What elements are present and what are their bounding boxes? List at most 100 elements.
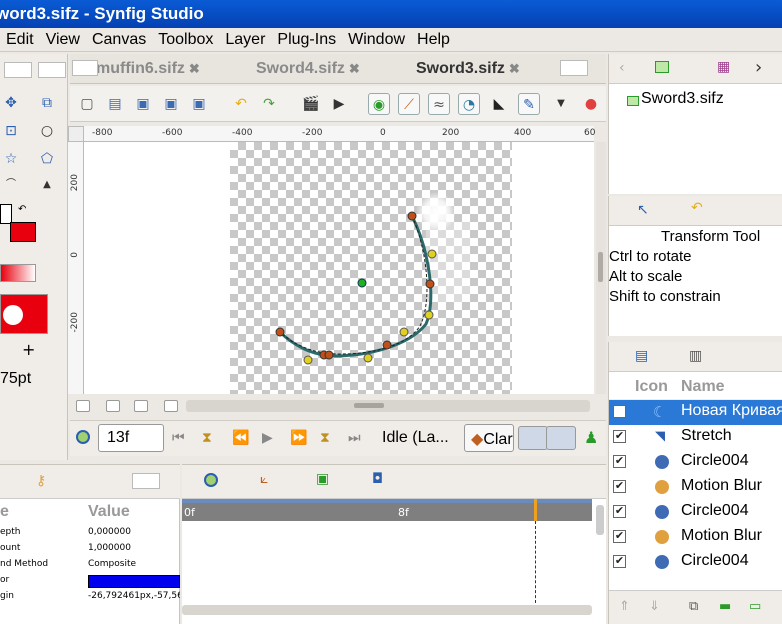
sets-icon[interactable]: ▥ [689, 348, 702, 364]
render-icon[interactable]: 🎬 [300, 93, 322, 115]
layer-checkbox[interactable]: ✔ [613, 505, 626, 518]
vertex-handle[interactable] [425, 279, 435, 289]
open-file-icon[interactable]: ▤ [104, 93, 126, 115]
close-icon[interactable]: ✖ [189, 61, 200, 76]
column-name[interactable]: Name [681, 378, 725, 396]
layer-row[interactable]: ✔ Circle004 [609, 500, 782, 525]
time-cursor[interactable] [534, 499, 537, 521]
curves-icon[interactable]: ⟀ [260, 471, 268, 487]
tool-options-icon[interactable]: ↖ [637, 202, 649, 218]
vertex-handle[interactable] [324, 350, 334, 360]
prev-frame-icon[interactable]: ⏪ [232, 430, 249, 446]
undo-icon[interactable]: ↶ [230, 93, 252, 115]
draw-mode-icon[interactable]: ✎ [518, 93, 540, 115]
current-frame-input[interactable]: 13f [98, 424, 164, 452]
spline-tool-icon[interactable]: ⌒ [0, 174, 22, 196]
tangent-ducks-icon[interactable]: ⟋ [398, 93, 420, 115]
close-icon[interactable]: ✖ [509, 61, 520, 76]
menu-canvas[interactable]: Canvas [86, 28, 152, 52]
circle-tool-icon[interactable]: ○ [36, 120, 58, 142]
layer-checkbox[interactable]: ✔ [613, 530, 626, 543]
fill-tool-icon[interactable]: ▲ [36, 174, 58, 196]
lower-layer-icon[interactable]: ⇓ [649, 599, 660, 614]
panel-grip[interactable] [72, 60, 98, 76]
layer-checkbox[interactable]: ✔ [613, 480, 626, 493]
zoom-fit-icon[interactable] [106, 400, 120, 412]
menu-plugins[interactable]: Plug-Ins [271, 28, 342, 52]
chevron-down-icon[interactable]: ▼ [550, 93, 572, 115]
menu-window[interactable]: Window [342, 28, 411, 52]
library-panel-icon[interactable]: ◘ [372, 471, 383, 487]
toggle-ducks-icon[interactable]: ◉ [368, 93, 390, 115]
chevron-left-icon[interactable]: ‹ [619, 60, 625, 76]
layer-row[interactable]: ✔ Motion Blur [609, 475, 782, 500]
menu-toolbox[interactable]: Toolbox [152, 28, 219, 52]
tab-sword3[interactable]: Sword3.sifz ✖ [416, 60, 520, 78]
timetrack-scrollbar[interactable] [182, 605, 592, 615]
layer-checkbox[interactable]: ✔ [613, 430, 626, 443]
canvas-overlay[interactable] [230, 142, 512, 394]
horizontal-scrollbar[interactable] [186, 400, 590, 412]
keyframes-icon[interactable]: ▣ [316, 471, 329, 487]
seek-begin-icon[interactable]: ⏮ [172, 430, 185, 446]
next-keyframe-icon[interactable]: ⧗ [320, 430, 330, 446]
library-icon[interactable]: ▦ [717, 59, 730, 75]
brush-size-value[interactable]: 75pt [0, 370, 31, 388]
scale-tool-icon[interactable]: ⊡ [0, 120, 22, 142]
panel-grip[interactable] [38, 62, 66, 78]
panel-grip[interactable] [4, 62, 32, 78]
column-icon[interactable]: Icon [635, 378, 668, 396]
zoom-100-icon[interactable] [134, 400, 148, 412]
width-ducks-icon[interactable]: ≈ [428, 93, 450, 115]
tangent-handle[interactable] [424, 310, 434, 320]
zoom-out-icon[interactable] [76, 400, 90, 412]
keyframe-lock-icon[interactable] [76, 430, 90, 444]
layer-checkbox[interactable] [613, 405, 626, 418]
chevron-right-icon[interactable]: › [755, 57, 762, 78]
tangent-handle[interactable] [363, 353, 373, 363]
tangent-handle[interactable] [427, 249, 437, 259]
transform-tool-icon[interactable]: ✥ [0, 92, 22, 114]
tangent-handle[interactable] [303, 355, 313, 365]
swap-colors-icon[interactable]: ↶ [18, 204, 26, 215]
interpolation-select[interactable]: ◆Clar [464, 424, 514, 452]
zoom-in-icon[interactable] [164, 400, 178, 412]
layer-row[interactable]: ☾ Новая Кривая [609, 400, 782, 425]
menu-help[interactable]: Help [411, 28, 456, 52]
save-all-icon[interactable]: ▣ [188, 93, 210, 115]
origin-handle[interactable] [357, 278, 367, 288]
record-icon[interactable]: ● [580, 93, 602, 115]
new-file-icon[interactable]: ▢ [76, 93, 98, 115]
color-swatch[interactable] [88, 575, 180, 588]
fill-color-swatch[interactable] [10, 222, 36, 242]
tab-muffin6[interactable]: muffin6.sifz ✖ [96, 60, 200, 78]
canvas-browser-icon[interactable] [655, 61, 669, 73]
add-icon[interactable]: + [22, 340, 35, 359]
save-icon[interactable]: ▣ [132, 93, 154, 115]
vertex-handle[interactable] [382, 340, 392, 350]
param-row[interactable]: gin -26,792461px,-57,56 [0, 589, 180, 605]
param-row[interactable]: epth 0,000000 [0, 525, 180, 541]
key-icon[interactable]: ⚷ [36, 473, 46, 489]
group-layer-icon[interactable]: ▬ [719, 599, 731, 614]
layers-icon[interactable]: ▤ [635, 348, 648, 364]
menu-view[interactable]: View [40, 28, 86, 52]
column-param-value[interactable]: Value [88, 503, 130, 521]
future-keyframes-icon[interactable] [546, 426, 576, 450]
menu-edit[interactable]: Edit [0, 28, 40, 52]
layer-row[interactable]: ✔ Circle004 [609, 450, 782, 475]
canvas-file-item[interactable]: Sword3.sifz [641, 90, 724, 108]
menu-layer[interactable]: Layer [219, 28, 271, 52]
duplicate-layer-icon[interactable]: ⧉ [689, 599, 698, 614]
raise-layer-icon[interactable]: ⇑ [619, 599, 630, 614]
smooth-move-icon[interactable]: ⧉ [36, 92, 58, 114]
timetrack-vscroll[interactable] [596, 505, 604, 535]
scroll-thumb[interactable] [354, 403, 384, 408]
outline-color-swatch[interactable] [0, 204, 12, 224]
panel-grip[interactable] [560, 60, 588, 76]
prev-keyframe-icon[interactable]: ⧗ [202, 430, 212, 446]
time-ruler[interactable]: 0f 8f [182, 499, 592, 521]
next-frame-icon[interactable]: ⏩ [290, 430, 307, 446]
layer-checkbox[interactable]: ✔ [613, 555, 626, 568]
radius-ducks-icon[interactable]: ◔ [458, 93, 480, 115]
